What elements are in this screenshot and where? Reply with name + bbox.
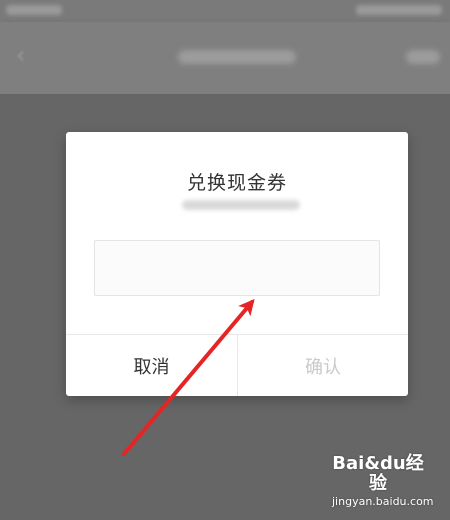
cancel-button[interactable]: 取消 — [66, 335, 237, 396]
status-left-blur — [6, 5, 62, 15]
dialog-subtitle-blur — [182, 200, 300, 210]
back-arrow-icon[interactable]: ‹ — [16, 42, 38, 68]
top-title-blur — [178, 50, 296, 64]
status-right-blur — [356, 5, 442, 15]
redeem-cash-coupon-dialog: 兑换现金券 取消 确认 — [66, 132, 408, 396]
baidu-jingyan-watermark: Bai&du经验 jingyan.baidu.com — [332, 453, 434, 509]
dialog-title: 兑换现金券 — [186, 172, 287, 194]
top-right-action-blur — [406, 50, 440, 64]
top-navigation-bar: ‹ — [0, 22, 450, 94]
status-bar — [0, 0, 450, 22]
dialog-footer: 取消 确认 — [66, 334, 408, 396]
watermark-brand: Bai&du经验 — [332, 453, 424, 494]
watermark-domain: jingyan.baidu.com — [332, 495, 434, 508]
coupon-code-input[interactable] — [94, 240, 380, 296]
confirm-button[interactable]: 确认 — [237, 335, 408, 396]
